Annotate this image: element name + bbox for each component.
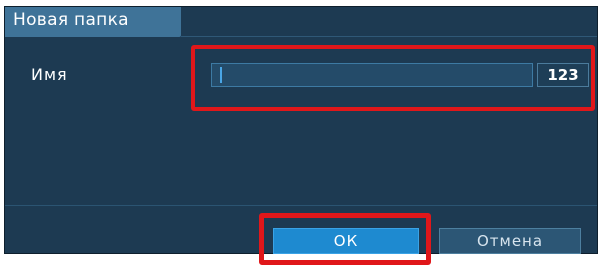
title-divider [181,36,597,37]
ok-button[interactable]: ОК [273,228,419,254]
name-field-label: Имя [31,65,68,84]
new-folder-dialog: Новая папка Имя 123 ОК Отмена [4,6,598,265]
name-input-value[interactable]: 123 [537,63,589,87]
text-caret [220,67,222,83]
footer-divider [5,205,597,206]
dialog-title-bar: Новая папка [5,7,181,37]
dialog-title: Новая папка [13,10,129,30]
cancel-button[interactable]: Отмена [439,228,581,254]
folder-name-input[interactable] [211,63,533,87]
